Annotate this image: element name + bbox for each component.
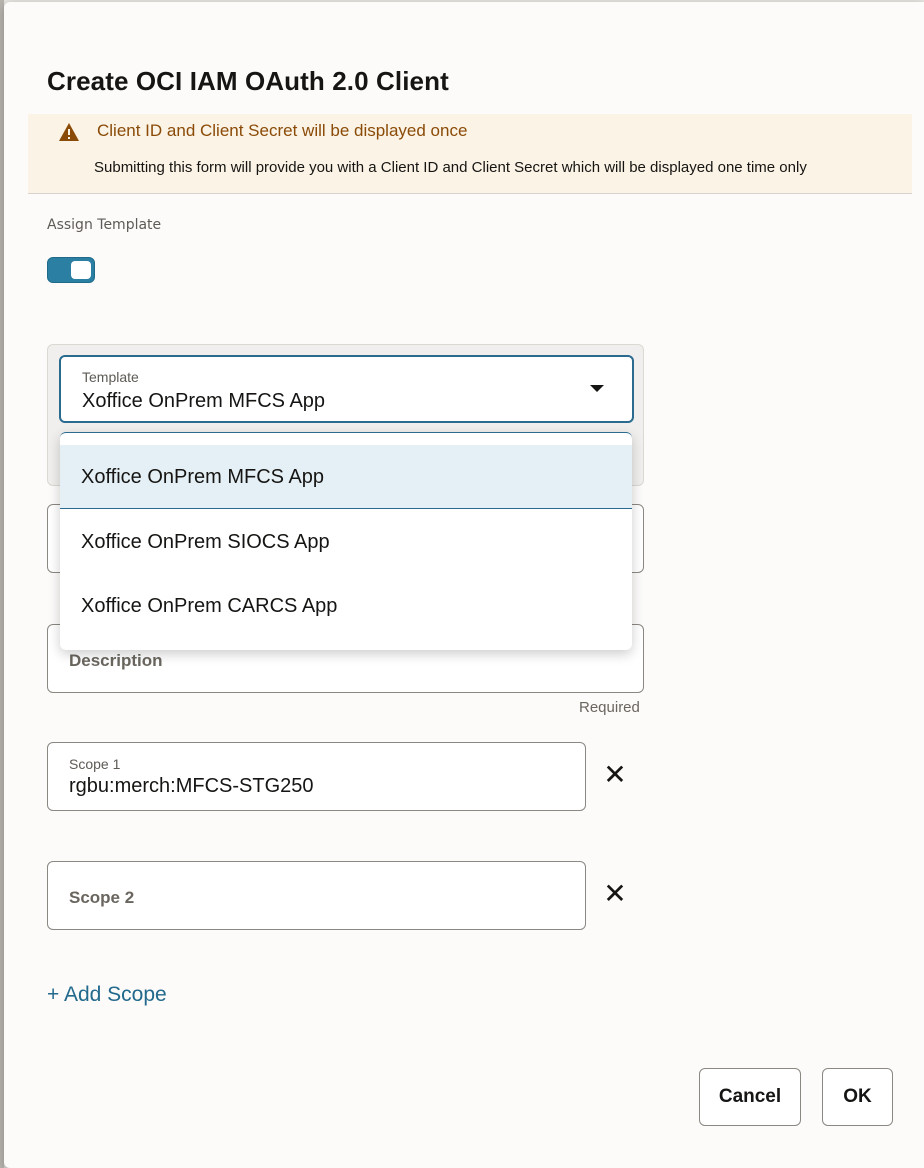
warning-icon (59, 123, 79, 141)
template-value: Xoffice OnPrem MFCS App (82, 390, 326, 412)
assign-template-label: Assign Template (47, 217, 162, 233)
dropdown-option[interactable]: Xoffice OnPrem MFCS App (60, 445, 632, 509)
scope-2-field[interactable]: Scope 2 (47, 861, 586, 930)
dialog-title: Create OCI IAM OAuth 2.0 Client (47, 66, 449, 96)
template-dropdown-list: Xoffice OnPrem MFCS App Xoffice OnPrem S… (60, 432, 632, 650)
create-oauth-client-dialog: Create OCI IAM OAuth 2.0 Client Client I… (4, 2, 924, 1168)
dropdown-option[interactable]: Xoffice OnPrem SIOCS App (60, 510, 632, 574)
banner-text: Submitting this form will provide you wi… (94, 159, 807, 176)
close-icon[interactable]: ✕ (602, 880, 628, 908)
cancel-button[interactable]: Cancel (699, 1068, 801, 1126)
toggle-knob (71, 261, 91, 279)
required-helper: Required (579, 699, 640, 716)
ok-button[interactable]: OK (822, 1068, 893, 1126)
chevron-down-icon[interactable] (590, 385, 604, 392)
scope-1-field[interactable]: Scope 1 rgbu:merch:MFCS-STG250 (47, 742, 586, 811)
scope-2-placeholder: Scope 2 (69, 888, 135, 907)
banner-title: Client ID and Client Secret will be disp… (97, 121, 468, 140)
add-scope-link[interactable]: + Add Scope (47, 983, 167, 1007)
dropdown-option[interactable]: Xoffice OnPrem CARCS App (60, 574, 632, 638)
warning-banner: Client ID and Client Secret will be disp… (28, 114, 912, 194)
scope-1-label: Scope 1 (69, 756, 121, 772)
assign-template-toggle[interactable] (47, 257, 95, 283)
scope-1-value: rgbu:merch:MFCS-STG250 (69, 775, 314, 797)
template-label: Template (82, 369, 139, 385)
template-select[interactable]: Template Xoffice OnPrem MFCS App (59, 355, 634, 423)
description-placeholder: Description (69, 651, 163, 670)
close-icon[interactable]: ✕ (602, 761, 628, 789)
